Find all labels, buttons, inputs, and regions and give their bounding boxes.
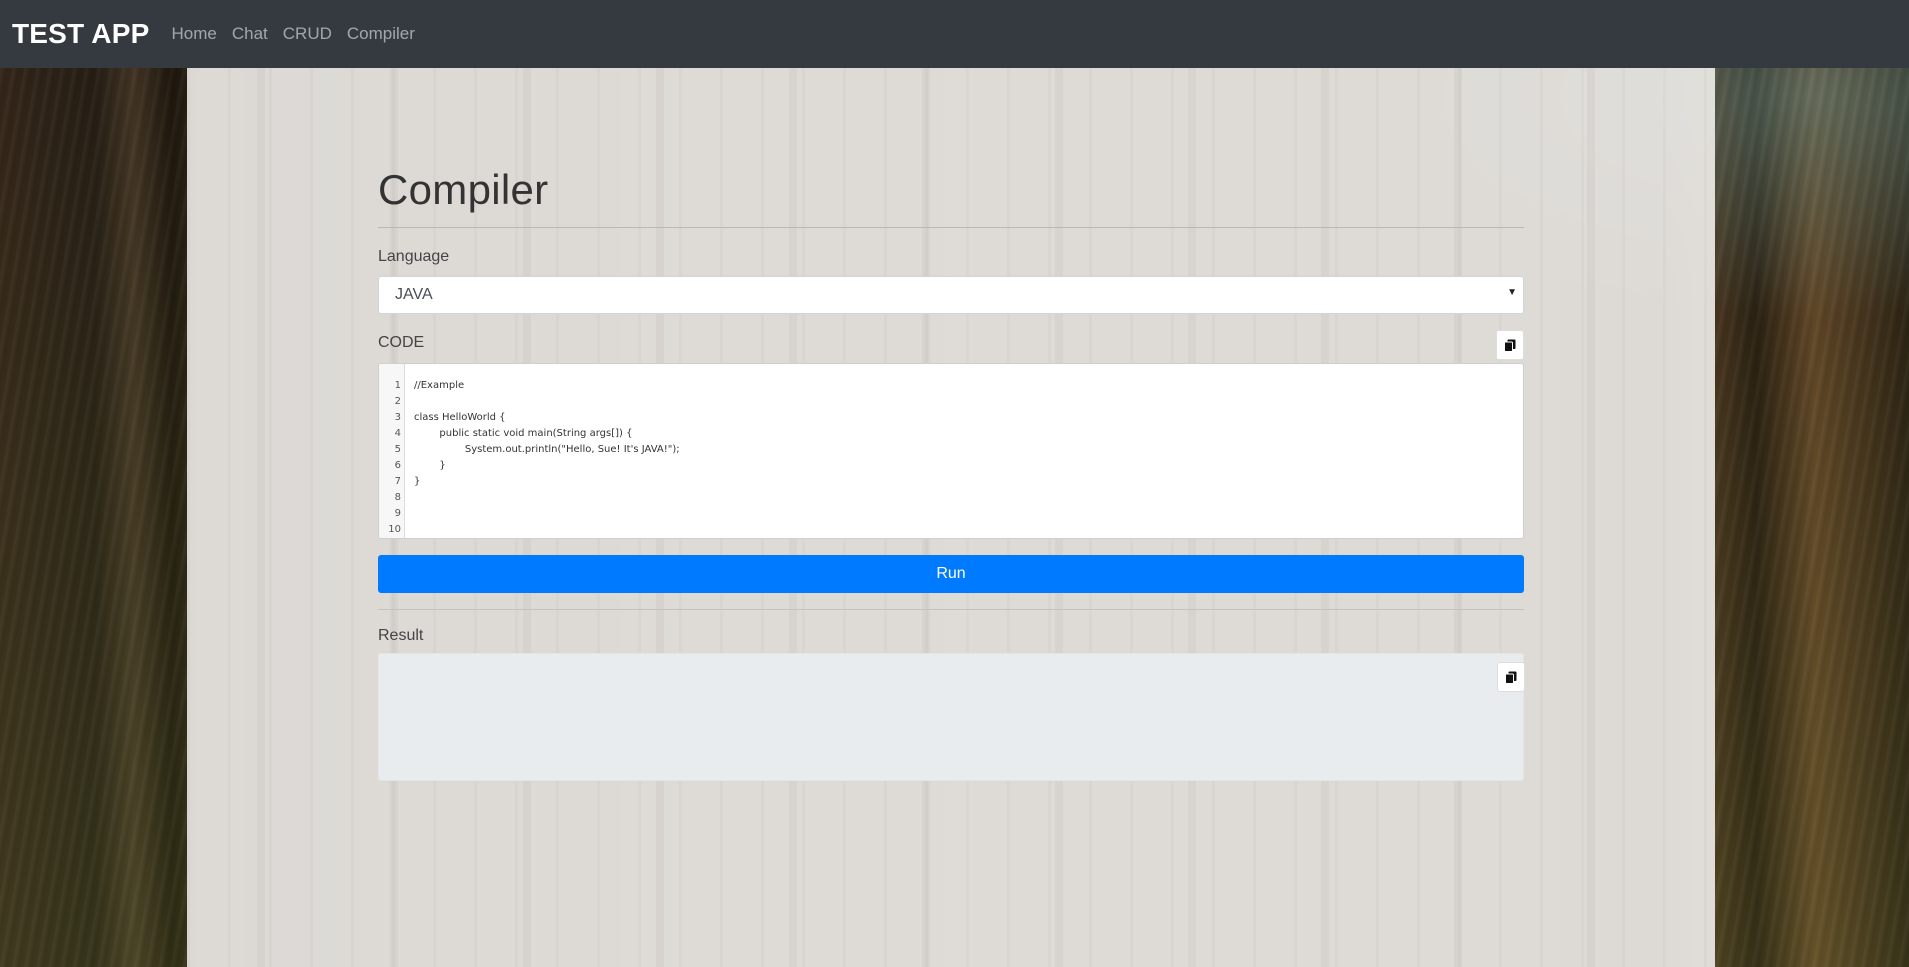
line-number: 6 bbox=[394, 460, 401, 471]
line-number-gutter: 1 2 3 4 5 6 7 8 9 10 bbox=[379, 364, 405, 538]
page-title: Compiler bbox=[378, 166, 549, 213]
brand-logo[interactable]: TEST APP bbox=[12, 18, 149, 50]
line-number: 2 bbox=[394, 396, 401, 407]
nav-link-chat[interactable]: Chat bbox=[232, 24, 268, 44]
nav-link-home[interactable]: Home bbox=[171, 24, 216, 44]
code-editor[interactable]: 1 2 3 4 5 6 7 8 9 10 //Example class Hel… bbox=[378, 363, 1524, 539]
language-select[interactable]: JAVA ▼ bbox=[378, 276, 1524, 314]
result-output[interactable] bbox=[378, 653, 1525, 781]
nav-link-compiler[interactable]: Compiler bbox=[347, 24, 415, 44]
line-number: 1 bbox=[394, 380, 401, 391]
line-number: 3 bbox=[394, 412, 401, 423]
code-line: } bbox=[414, 460, 446, 471]
background-forest-right bbox=[1715, 68, 1909, 967]
code-text-area[interactable]: //Example class HelloWorld { public stat… bbox=[414, 378, 1515, 538]
language-label: Language bbox=[378, 248, 450, 265]
navbar: TEST APP Home Chat CRUD Compiler bbox=[0, 0, 1909, 68]
line-number: 10 bbox=[388, 524, 401, 535]
copy-code-button[interactable] bbox=[1496, 330, 1524, 360]
run-button[interactable]: Run bbox=[378, 555, 1524, 593]
copy-result-button[interactable] bbox=[1497, 662, 1525, 692]
result-divider bbox=[378, 609, 1524, 610]
line-number: 5 bbox=[394, 444, 401, 455]
code-line: System.out.println("Hello, Sue! It's JAV… bbox=[414, 444, 680, 455]
copy-icon bbox=[1504, 339, 1516, 352]
line-number: 9 bbox=[394, 508, 401, 519]
code-line: } bbox=[414, 476, 421, 487]
background-forest-left bbox=[0, 68, 187, 967]
line-number: 8 bbox=[394, 492, 401, 503]
copy-icon bbox=[1505, 671, 1517, 684]
code-label: CODE bbox=[378, 334, 425, 351]
code-line: public static void main(String args[]) { bbox=[414, 428, 633, 439]
main-panel: Compiler Language JAVA ▼ CODE 1 2 3 4 5 bbox=[187, 68, 1715, 967]
language-selected-value: JAVA bbox=[395, 286, 433, 303]
code-line: class HelloWorld { bbox=[414, 412, 506, 423]
code-line: //Example bbox=[414, 380, 465, 391]
caret-down-icon: ▼ bbox=[1507, 287, 1517, 298]
result-label: Result bbox=[378, 627, 424, 644]
nav-link-crud[interactable]: CRUD bbox=[283, 24, 332, 44]
line-number: 7 bbox=[394, 476, 401, 487]
title-divider bbox=[378, 227, 1524, 228]
line-number: 4 bbox=[394, 428, 401, 439]
